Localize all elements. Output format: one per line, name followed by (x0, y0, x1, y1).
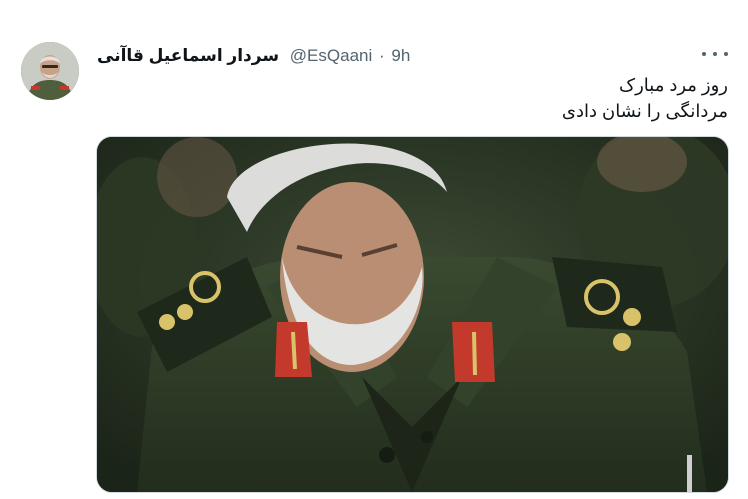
tweet-card[interactable]: سردار اسماعیل قاآنی @EsQaani · 9h روز مر… (0, 0, 748, 499)
avatar[interactable] (21, 42, 79, 100)
tweet-text: روز مرد مبارک مردانگی را نشان دادی (108, 72, 728, 124)
avatar-image (21, 42, 79, 100)
tweet-text-line: روز مرد مبارک (618, 75, 728, 95)
display-name[interactable]: سردار اسماعیل قاآنی (97, 46, 279, 65)
user-handle[interactable]: @EsQaani (290, 46, 372, 65)
timestamp[interactable]: 9h (391, 46, 410, 65)
more-horizontal-icon (702, 52, 706, 56)
more-horizontal-icon (713, 52, 717, 56)
separator: · (379, 46, 385, 65)
tweet-photo[interactable] (96, 136, 729, 493)
photo-image (97, 137, 728, 492)
more-horizontal-icon (724, 52, 728, 56)
more-options-button[interactable] (702, 44, 728, 64)
tweet-header: سردار اسماعیل قاآنی @EsQaani · 9h (97, 46, 410, 66)
tweet-text-line: مردانگی را نشان دادی (561, 101, 728, 121)
